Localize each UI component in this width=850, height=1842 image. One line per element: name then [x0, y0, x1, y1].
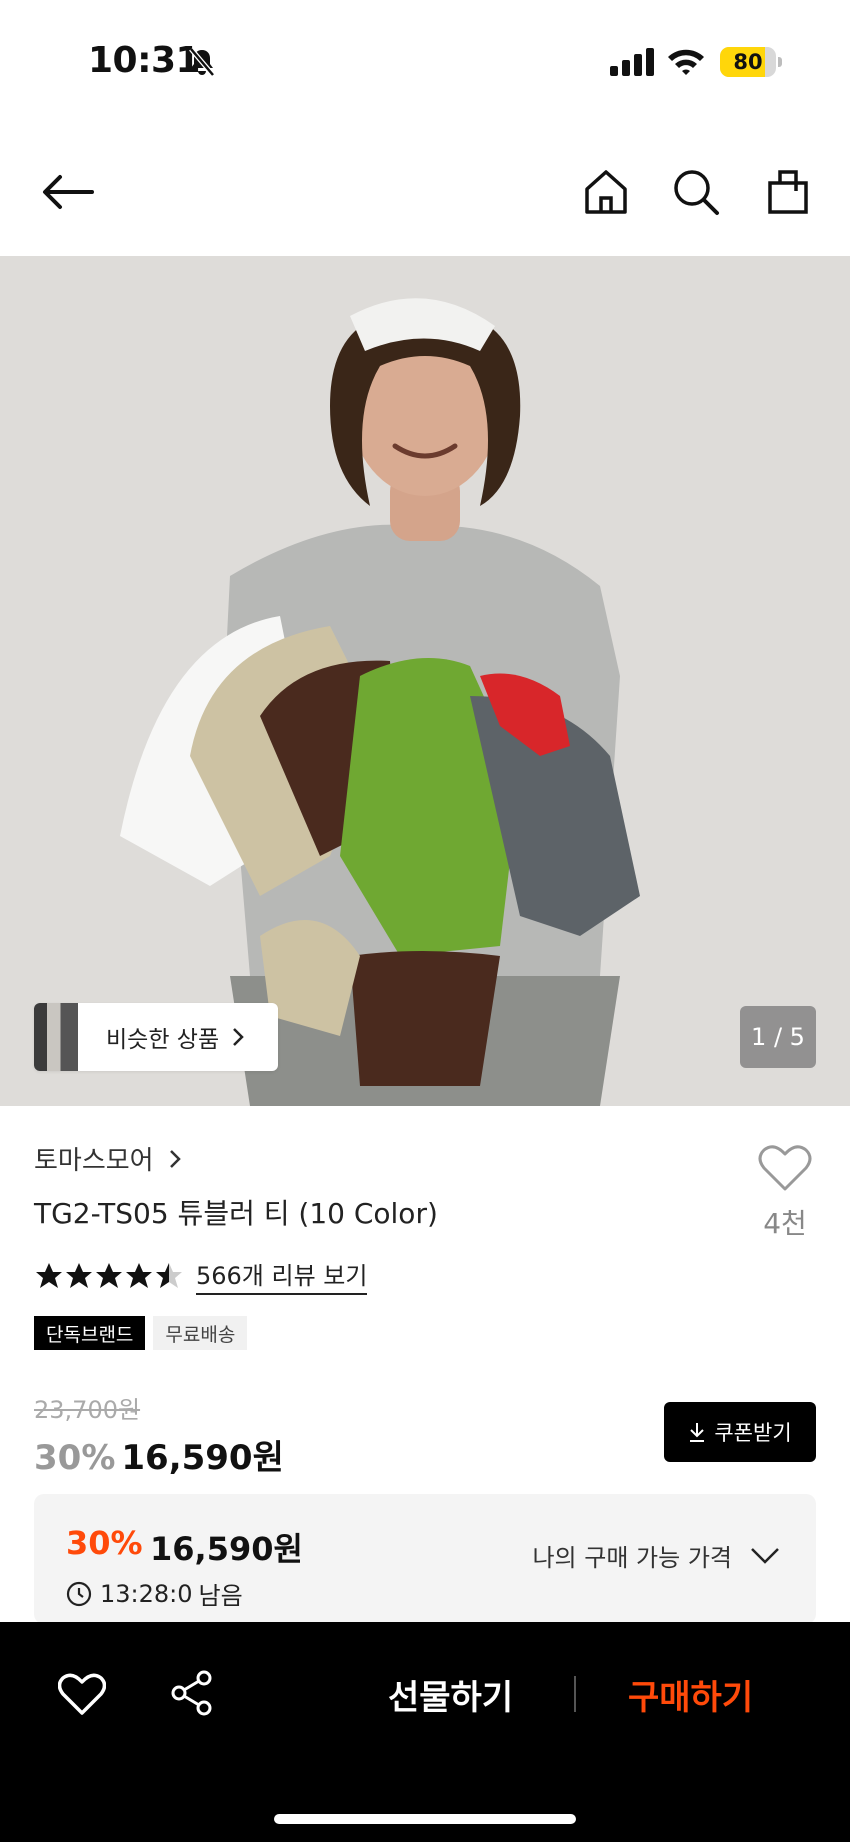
tag-exclusive-brand: 단독브랜드: [34, 1316, 146, 1350]
chevron-down-icon: [751, 1547, 779, 1564]
battery-indicator: 80: [720, 47, 776, 77]
like-count: 4천: [763, 1207, 807, 1240]
countdown-timer: 13:28:0 남음: [66, 1576, 243, 1611]
gift-button[interactable]: 선물하기: [388, 1670, 513, 1719]
similar-products-label: 비슷한 상품: [106, 1027, 220, 1053]
star-half-icon: [156, 1262, 182, 1288]
download-icon: [690, 1423, 705, 1442]
bottom-action-bar: 선물하기 구매하기: [0, 1622, 850, 1842]
back-button[interactable]: [38, 162, 98, 222]
brand-link[interactable]: 토마스모어: [34, 1140, 182, 1177]
star-full-icon: [126, 1262, 152, 1288]
product-tags: 단독브랜드 무료배송: [34, 1316, 255, 1350]
star-full-icon: [36, 1262, 62, 1288]
home-indicator: [274, 1814, 576, 1824]
price-box-discount: 30%: [66, 1524, 143, 1562]
battery-level: 80: [733, 50, 763, 74]
product-title: TG2-TS05 튜블러 티 (10 Color): [34, 1197, 438, 1230]
discount-rate: 30%: [34, 1438, 116, 1478]
shopping-bag-icon: [768, 170, 808, 214]
my-price-box[interactable]: 30% 16,590원 13:28:0 남음 나의 구매 가능 가격: [34, 1494, 816, 1624]
search-button[interactable]: [666, 162, 726, 222]
like-button[interactable]: 4천: [752, 1144, 818, 1242]
home-icon: [585, 170, 627, 214]
buy-button[interactable]: 구매하기: [628, 1670, 753, 1719]
coupon-button[interactable]: 쿠폰받기: [664, 1402, 816, 1462]
timer-suffix: 남음: [198, 1582, 243, 1610]
arrow-left-icon: [43, 175, 94, 209]
home-button[interactable]: [576, 162, 636, 222]
share-icon[interactable]: [170, 1670, 214, 1716]
timer-value: 13:28:0: [100, 1579, 193, 1608]
chevron-right-icon: [169, 1149, 181, 1168]
search-icon: [674, 170, 719, 215]
brand-name: 토마스모어: [34, 1146, 154, 1176]
price-box-price: 16,590원: [150, 1530, 303, 1568]
signal-icon: [610, 48, 654, 76]
tag-free-shipping: 무료배송: [153, 1316, 248, 1350]
sale-price: 16,590원: [121, 1438, 284, 1478]
status-time: 10:31: [88, 40, 201, 81]
image-page-indicator: 1 / 5: [740, 1006, 816, 1068]
star-full-icon: [96, 1262, 122, 1288]
product-photo: [0, 256, 850, 1106]
clock-icon: [66, 1581, 92, 1606]
bottom-divider: [574, 1676, 576, 1712]
similar-products-button[interactable]: 비슷한 상품: [34, 1003, 278, 1071]
star-full-icon: [66, 1262, 92, 1288]
my-price-toggle[interactable]: 나의 구매 가능 가격: [532, 1538, 780, 1573]
battery-nub: [778, 57, 782, 67]
chevron-right-icon: [233, 1028, 244, 1046]
review-link[interactable]: 566개 리뷰 보기: [196, 1256, 368, 1295]
heart-icon[interactable]: [58, 1672, 106, 1716]
my-price-label: 나의 구매 가능 가격: [532, 1544, 732, 1572]
similar-products-thumbnail: [34, 1003, 78, 1071]
status-bar: 10:31 80: [0, 0, 850, 120]
bell-off-icon: [189, 47, 215, 77]
original-price: 23,700원: [34, 1396, 141, 1424]
wifi-icon: [668, 49, 704, 75]
top-nav: [0, 150, 850, 234]
cart-button[interactable]: [758, 162, 818, 222]
heart-icon: [758, 1145, 812, 1191]
star-rating: [34, 1261, 184, 1291]
coupon-label: 쿠폰받기: [714, 1421, 792, 1445]
price-row: 30% 16,590원: [34, 1430, 284, 1479]
product-image[interactable]: [0, 256, 850, 1106]
rating-row: 566개 리뷰 보기: [34, 1256, 368, 1295]
